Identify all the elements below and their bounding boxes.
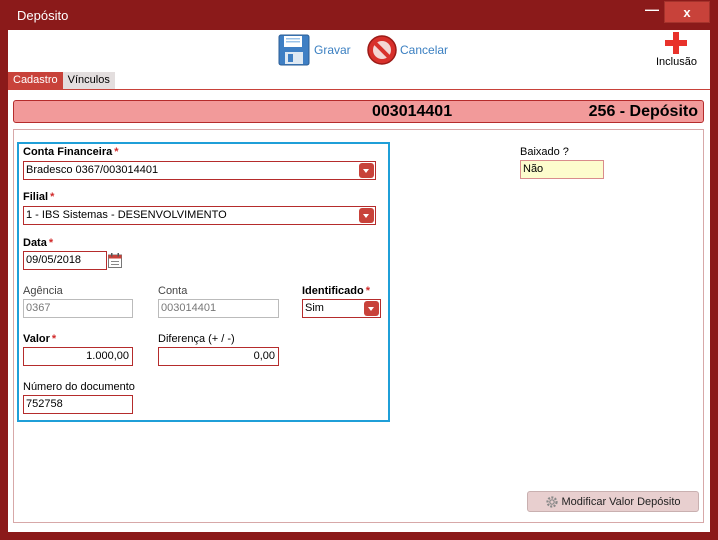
conta-label: Conta (158, 285, 188, 297)
diferenca-label: Diferença (+ / -) (158, 333, 235, 345)
identificado-select[interactable]: Sim (302, 299, 381, 318)
data-label: Data * (23, 237, 54, 249)
tab-vinculos[interactable]: Vínculos (62, 72, 115, 89)
cancel-icon (366, 34, 398, 66)
title-bar: Depósito — x (0, 0, 718, 30)
record-code: 003014401 (372, 103, 453, 120)
cancel-button[interactable]: Cancelar (366, 34, 448, 66)
tab-cadastro[interactable]: Cadastro (8, 72, 63, 89)
chevron-down-icon[interactable] (359, 163, 374, 178)
record-type: 256 - Depósito (588, 103, 698, 120)
window: Depósito — x Gravar Cancelar Inclusão Ca… (0, 0, 718, 540)
cancel-button-label: Cancelar (400, 43, 449, 57)
filial-select[interactable]: 1 - IBS Sistemas - DESENVOLVIMENTO (23, 206, 376, 225)
new-record-label: Inclusão (656, 56, 697, 68)
baixado-label: Baixado ? (520, 146, 569, 158)
conta-input: 003014401 (158, 299, 279, 318)
focus-outline (17, 142, 390, 422)
save-button-label: Gravar (314, 43, 351, 57)
numero-documento-input[interactable]: 752758 (23, 395, 133, 414)
identificado-label: Identificado * (302, 285, 371, 297)
data-input[interactable]: 09/05/2018 (23, 251, 107, 270)
modify-deposit-value-button[interactable]: Modificar Valor Depósito (527, 491, 699, 512)
conta-financeira-value: Bradesco 0367/003014401 (26, 164, 159, 176)
save-button[interactable]: Gravar (278, 34, 351, 66)
identificado-value: Sim (305, 302, 324, 314)
valor-input[interactable]: 1.000,00 (23, 347, 133, 366)
dialog-content: Gravar Cancelar Inclusão Cadastro Víncul… (8, 30, 710, 532)
tab-bar: Cadastro Vínculos (8, 72, 115, 89)
numero-documento-label: Número do documento (23, 381, 135, 393)
filial-value: 1 - IBS Sistemas - DESENVOLVIMENTO (26, 209, 227, 221)
modify-deposit-value-label: Modificar Valor Depósito (561, 495, 681, 508)
record-header: 003014401 256 - Depósito (13, 100, 704, 123)
tab-divider (8, 89, 710, 90)
valor-label: Valor * (23, 333, 57, 345)
agencia-input: 0367 (23, 299, 133, 318)
new-record-button[interactable]: Inclusão (656, 30, 697, 68)
close-button[interactable]: x (664, 1, 710, 23)
baixado-input: Não (520, 160, 604, 179)
window-title: Depósito (17, 8, 69, 23)
floppy-disk-icon (278, 34, 310, 66)
conta-financeira-select[interactable]: Bradesco 0367/003014401 (23, 161, 376, 180)
minimize-button[interactable]: — (640, 2, 664, 22)
calendar-icon[interactable] (108, 253, 122, 268)
chevron-down-icon[interactable] (364, 301, 379, 316)
gear-icon (545, 495, 559, 509)
filial-label: Filial * (23, 191, 55, 203)
chevron-down-icon[interactable] (359, 208, 374, 223)
diferenca-input[interactable]: 0,00 (158, 347, 279, 366)
agencia-label: Agência (23, 285, 63, 297)
plus-icon (665, 32, 688, 54)
conta-financeira-label: Conta Financeira * (23, 146, 119, 158)
